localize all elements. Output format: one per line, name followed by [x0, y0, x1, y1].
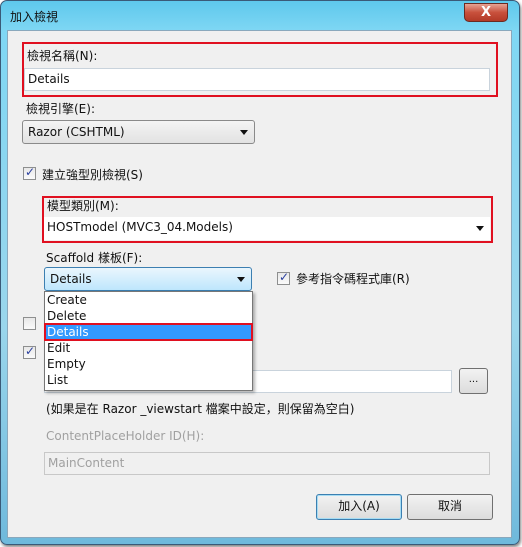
partial-view-checkbox[interactable]	[23, 317, 36, 330]
view-engine-select[interactable]: Razor (CSHTML)	[22, 120, 255, 144]
use-layout-checkbox[interactable]	[23, 344, 36, 359]
chevron-down-icon	[237, 277, 245, 282]
close-button[interactable]: X	[464, 3, 508, 22]
scaffold-option-delete[interactable]: Delete	[45, 308, 252, 324]
scaffold-value: Details	[50, 272, 92, 286]
scaffold-label: Scaffold 樣板(F):	[46, 251, 143, 265]
scaffold-option-create[interactable]: Create	[45, 292, 252, 308]
reference-scripts-checkbox[interactable]	[277, 270, 290, 285]
browse-button[interactable]: ...	[459, 368, 488, 394]
scaffold-select[interactable]: Details	[44, 267, 252, 291]
view-name-input[interactable]: Details	[24, 68, 490, 91]
scaffold-option-empty[interactable]: Empty	[45, 356, 252, 372]
model-class-value: HOSTmodel (MVC3_04.Models)	[47, 220, 233, 234]
scaffold-option-list[interactable]: List	[45, 372, 252, 388]
add-button[interactable]: 加入(A)	[316, 494, 402, 520]
chevron-down-icon[interactable]	[476, 226, 484, 231]
reference-scripts-label: 參考指令碼程式庫(R)	[296, 272, 410, 286]
window-title: 加入檢視	[10, 10, 59, 24]
content-placeholder-input[interactable]: MainContent	[44, 452, 490, 475]
content-placeholder-label: ContentPlaceHolder ID(H):	[46, 429, 205, 443]
cancel-button[interactable]: 取消	[407, 494, 493, 520]
model-class-label: 模型類別(M):	[47, 199, 119, 213]
model-class-combo[interactable]: HOSTmodel (MVC3_04.Models)	[44, 217, 490, 240]
scaffold-dropdown-list: Create Delete Details Edit Empty List	[44, 291, 253, 391]
scaffold-option-details[interactable]: Details	[44, 323, 253, 341]
view-name-label: 檢視名稱(N):	[27, 49, 98, 63]
view-engine-label: 檢視引擎(E):	[26, 102, 95, 116]
strongly-typed-label: 建立強型別檢視(S)	[42, 168, 143, 182]
view-engine-value: Razor (CSHTML)	[28, 125, 125, 139]
scaffold-option-edit[interactable]: Edit	[45, 340, 252, 356]
chevron-down-icon	[240, 130, 248, 135]
layout-hint: (如果是在 Razor _viewstart 檔案中設定，則保留為空白)	[46, 402, 355, 416]
strongly-typed-checkbox[interactable]	[23, 165, 36, 180]
